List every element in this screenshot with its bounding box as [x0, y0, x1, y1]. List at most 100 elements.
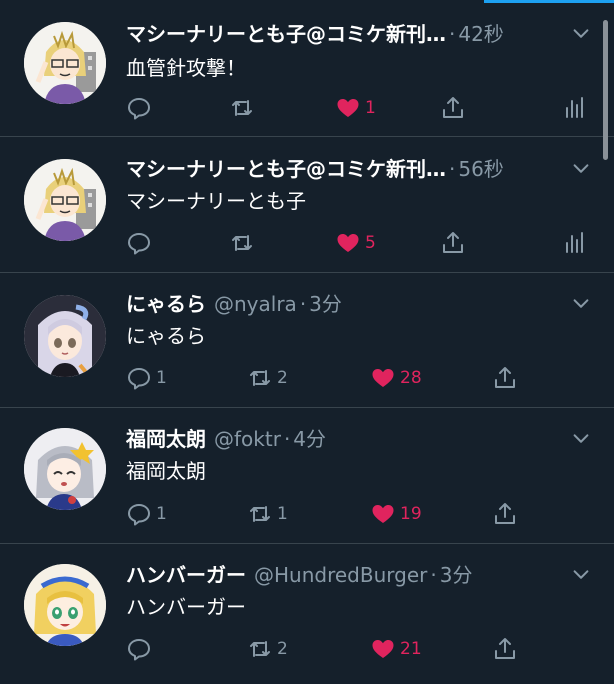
meta-separator: ·: [449, 22, 456, 46]
tweet-text: マシーナリーとも子: [126, 189, 306, 213]
tweet-header: マシーナリーとも子@コミケ新刊 … · 56秒: [126, 154, 560, 184]
reply-button[interactable]: [126, 634, 156, 664]
tweet-actions: 1 2 28: [0, 363, 614, 393]
meta-separator: ·: [449, 157, 456, 181]
meta-separator: ·: [299, 292, 307, 316]
author-name[interactable]: にゃるら: [126, 289, 206, 319]
avatar[interactable]: [24, 428, 106, 510]
chevron-down-icon[interactable]: [570, 293, 592, 315]
retweet-icon: [250, 641, 270, 657]
tweet[interactable]: にゃるら @nyalra · 3分 にゃるら 1 2 28: [0, 273, 614, 408]
tweet-text: 福岡太朗: [126, 459, 206, 483]
tweet-header: にゃるら @nyalra · 3分: [126, 289, 560, 319]
retweet-button[interactable]: 2: [247, 634, 288, 664]
share-button[interactable]: [440, 228, 466, 258]
author-name[interactable]: マシーナリーとも子@コミケ新刊: [126, 154, 426, 184]
tweet-time[interactable]: 42秒: [458, 19, 503, 49]
heart-icon: [372, 505, 394, 523]
retweet-button[interactable]: [229, 228, 259, 258]
retweet-count: 2: [277, 639, 288, 659]
like-count: 5: [365, 233, 376, 253]
reply-button[interactable]: 1: [126, 363, 167, 393]
tweet[interactable]: 福岡太朗 @foktr · 4分 福岡太朗 1 1 19: [0, 408, 614, 544]
tweet-text: ハンバーガー: [126, 595, 246, 619]
analytics-icon: [566, 232, 583, 253]
like-button[interactable]: 28: [370, 363, 422, 393]
reply-icon: [128, 504, 150, 526]
tweet-time[interactable]: 4分: [293, 424, 326, 454]
share-icon: [495, 638, 515, 659]
retweet-icon: [232, 235, 252, 251]
like-button[interactable]: 5: [335, 228, 376, 258]
reply-count: 1: [156, 368, 167, 388]
tweet-time[interactable]: 3分: [440, 560, 473, 590]
tweet-actions: 2 21: [0, 634, 614, 664]
scrollbar[interactable]: [603, 20, 608, 160]
like-button[interactable]: 21: [370, 634, 422, 664]
like-count: 21: [400, 639, 422, 659]
reply-icon: [128, 368, 150, 390]
reply-button[interactable]: 1: [126, 499, 167, 529]
chevron-down-icon[interactable]: [570, 23, 592, 45]
retweet-button[interactable]: 1: [247, 499, 288, 529]
like-button[interactable]: 19: [370, 499, 422, 529]
like-count: 28: [400, 368, 422, 388]
chevron-down-icon[interactable]: [570, 564, 592, 586]
author-name[interactable]: 福岡太朗: [126, 424, 206, 454]
tweet[interactable]: マシーナリーとも子@コミケ新刊 … · 42秒 血管針攻撃！ 1: [0, 0, 614, 137]
tweet-time[interactable]: 3分: [309, 289, 342, 319]
author-handle[interactable]: @HundredBurger: [254, 560, 427, 590]
reply-icon: [128, 233, 150, 255]
heart-icon: [372, 369, 394, 387]
tweet[interactable]: ハンバーガー @HundredBurger · 3分 ハンバーガー 2 21: [0, 544, 614, 684]
retweet-count: 1: [277, 504, 288, 524]
meta-separator: ·: [430, 563, 437, 587]
analytics-button[interactable]: [561, 93, 587, 123]
analytics-button[interactable]: [561, 228, 587, 258]
retweet-icon: [250, 506, 270, 522]
timeline: マシーナリーとも子@コミケ新刊 … · 42秒 血管針攻撃！ 1 マシーナリーと…: [0, 0, 614, 680]
share-button[interactable]: [440, 93, 466, 123]
author-handle[interactable]: @nyalra: [214, 289, 297, 319]
reply-button[interactable]: [126, 228, 156, 258]
retweet-button[interactable]: [229, 93, 259, 123]
name-ellipsis: …: [426, 22, 446, 46]
tweet-header: 福岡太朗 @foktr · 4分: [126, 424, 560, 454]
like-button[interactable]: 1: [335, 93, 376, 123]
reply-icon: [128, 639, 150, 661]
author-name[interactable]: ハンバーガー: [126, 560, 246, 590]
tweet-text: 血管針攻撃！: [126, 56, 246, 80]
tweet-time[interactable]: 56秒: [458, 154, 503, 184]
chevron-down-icon[interactable]: [570, 158, 592, 180]
chevron-down-icon[interactable]: [570, 428, 592, 450]
foktr-avatar-image: [24, 428, 106, 510]
like-count: 1: [365, 98, 376, 118]
analytics-icon: [566, 97, 583, 118]
avatar[interactable]: [24, 22, 106, 104]
like-count: 19: [400, 504, 422, 524]
retweet-icon: [232, 100, 252, 116]
retweet-icon: [250, 370, 270, 386]
share-icon: [443, 232, 463, 253]
share-icon: [495, 503, 515, 524]
heart-icon: [372, 640, 394, 658]
retweet-button[interactable]: 2: [247, 363, 288, 393]
reply-icon: [128, 98, 150, 120]
tweet-header: ハンバーガー @HundredBurger · 3分: [126, 560, 560, 590]
tweet[interactable]: マシーナリーとも子@コミケ新刊 … · 56秒 マシーナリーとも子 5: [0, 137, 614, 273]
tweet-actions: 5: [0, 228, 614, 258]
share-button[interactable]: [492, 634, 518, 664]
tweet-text: にゃるら: [126, 324, 206, 348]
heart-icon: [337, 99, 359, 117]
share-button[interactable]: [492, 499, 518, 529]
reply-count: 1: [156, 504, 167, 524]
tweet-header: マシーナリーとも子@コミケ新刊 … · 42秒: [126, 19, 560, 49]
share-icon: [495, 367, 515, 388]
share-button[interactable]: [492, 363, 518, 393]
author-name[interactable]: マシーナリーとも子@コミケ新刊: [126, 19, 426, 49]
reply-button[interactable]: [126, 93, 156, 123]
name-ellipsis: …: [426, 157, 446, 181]
author-handle[interactable]: @foktr: [214, 424, 281, 454]
retweet-count: 2: [277, 368, 288, 388]
tweet-actions: 1: [0, 93, 614, 123]
